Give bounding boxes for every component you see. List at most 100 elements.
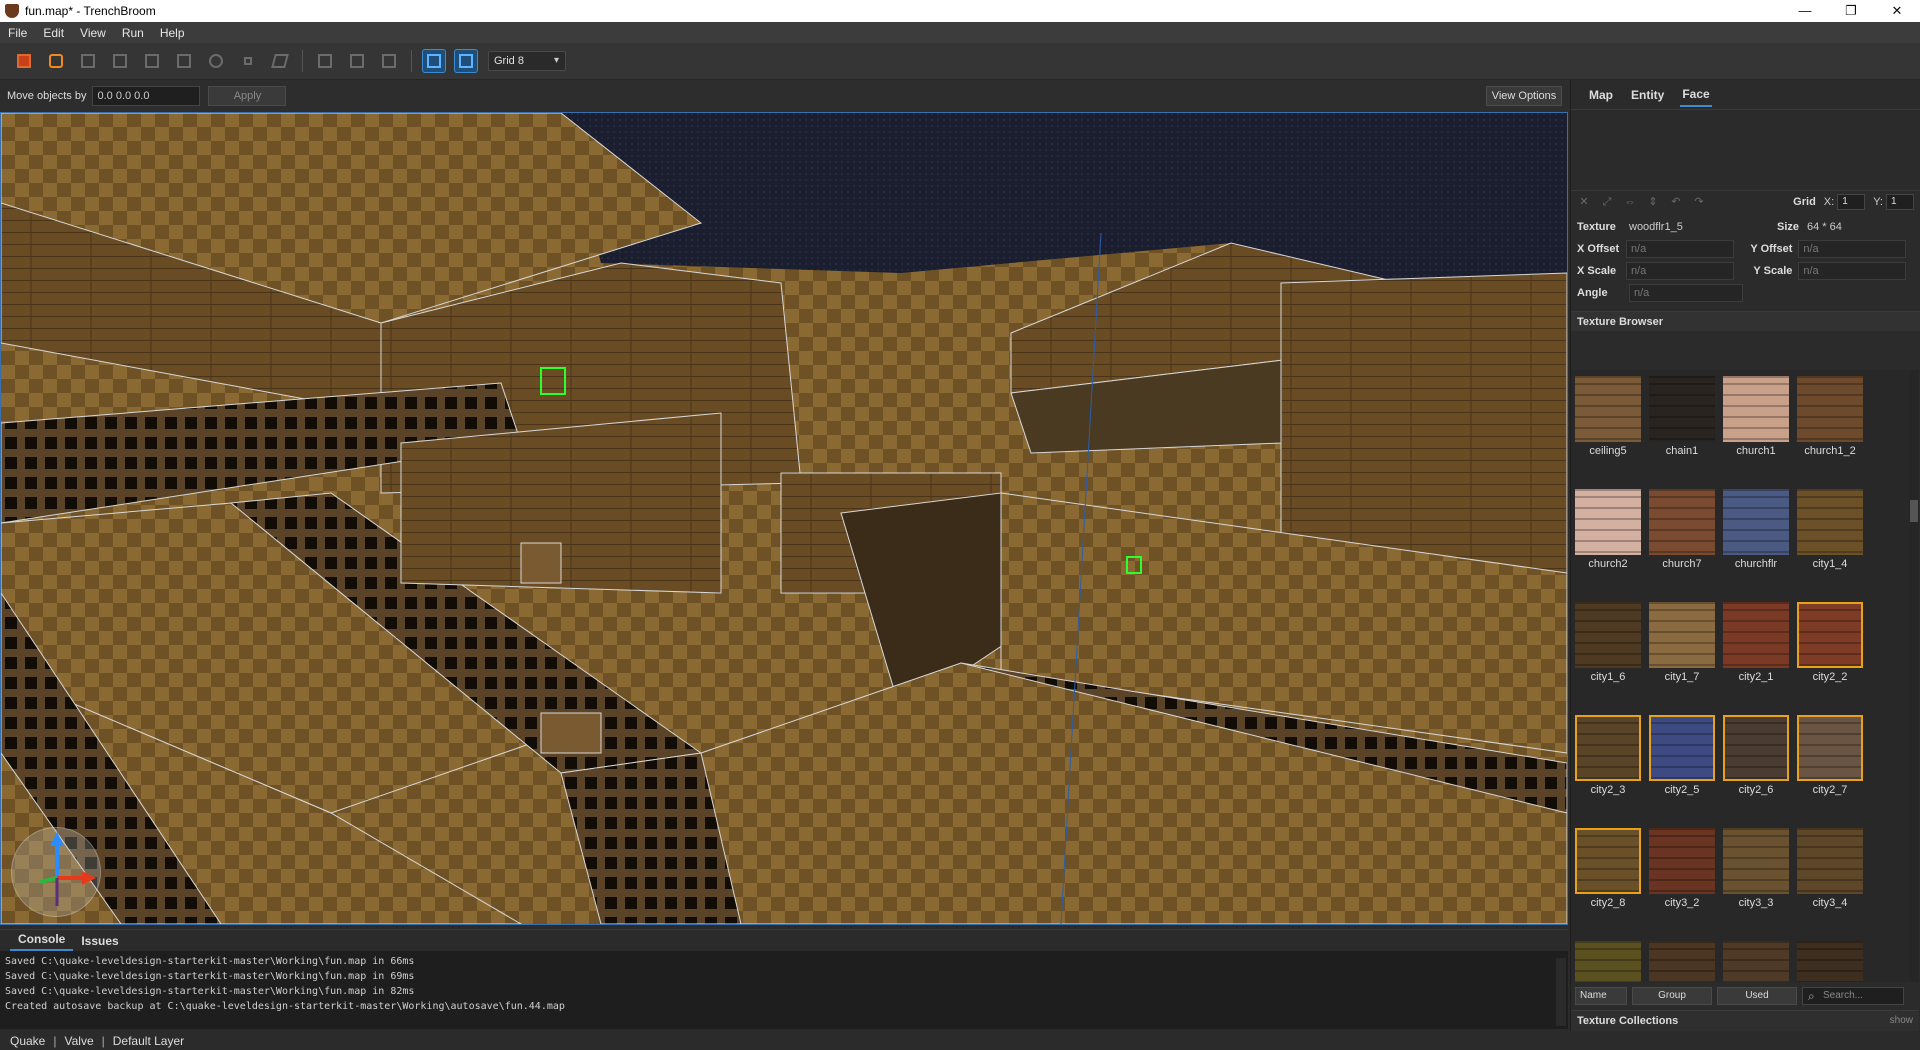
texture-thumbnail — [1723, 489, 1789, 555]
x-scale-label: X Scale — [1577, 265, 1617, 277]
menu-view[interactable]: View — [72, 26, 114, 40]
uv-grid-y-field[interactable]: 1 — [1886, 193, 1914, 210]
group-button[interactable]: Group — [1632, 987, 1712, 1005]
texture-scrollbar[interactable] — [1909, 370, 1919, 982]
flip-vertical-button[interactable] — [378, 50, 400, 72]
menu-edit[interactable]: Edit — [35, 26, 72, 40]
texture-tile[interactable]: church2 — [1575, 489, 1641, 570]
uv-editor[interactable] — [1571, 110, 1920, 190]
texture-tile[interactable]: ceiling5 — [1575, 376, 1641, 457]
texture-tile[interactable]: city2_7 — [1797, 715, 1863, 796]
texture-grid[interactable]: ceiling5 chain1 church1 church1_2 church2 chu… — [1571, 370, 1919, 982]
texture-tile[interactable]: city2_5 — [1649, 715, 1715, 796]
console-scrollbar[interactable] — [1556, 958, 1566, 1026]
texture-tile[interactable]: city2_3 — [1575, 715, 1641, 796]
texture-tile[interactable]: city3_4 — [1797, 828, 1863, 909]
angle-row: Angle n/a — [1577, 282, 1914, 304]
console-output: Saved C:\quake-leveldesign-starterkit-ma… — [0, 951, 1568, 1017]
menu-help[interactable]: Help — [152, 26, 193, 40]
view-options-button[interactable]: View Options — [1486, 86, 1562, 106]
angle-field[interactable]: n/a — [1629, 284, 1743, 302]
menu-file[interactable]: File — [0, 26, 35, 40]
grid-size-select[interactable]: Grid 8 — [488, 51, 566, 71]
texture-name: city2_5 — [1664, 784, 1700, 796]
reset-to-world-icon[interactable]: ⤢ — [1600, 196, 1614, 208]
texture-collections-show[interactable]: show — [1890, 1011, 1913, 1031]
reset-icon[interactable]: ✕ — [1577, 196, 1591, 208]
tab-map[interactable]: Map — [1587, 84, 1615, 106]
texture-tile[interactable]: city2_6 — [1723, 715, 1789, 796]
tab-entity[interactable]: Entity — [1629, 84, 1666, 106]
rotate-ccw-icon[interactable]: ↶ — [1669, 196, 1683, 208]
y-scale-field[interactable]: n/a — [1798, 262, 1906, 280]
minimize-button[interactable]: — — [1782, 0, 1828, 22]
texture-tile[interactable]: churchflr — [1723, 489, 1789, 570]
move-objects-input[interactable]: 0.0 0.0 0.0 — [92, 86, 201, 106]
texture-tile[interactable]: city1_7 — [1649, 602, 1715, 683]
move-objects-bar: Move objects by 0.0 0.0 0.0 Apply View O… — [0, 80, 1570, 112]
face-tool-button[interactable] — [173, 50, 195, 72]
texture-tile[interactable]: city4_4 — [1797, 941, 1863, 982]
texture-tile[interactable]: city1_6 — [1575, 602, 1641, 683]
texture-tile[interactable]: chain1 — [1649, 376, 1715, 457]
texture-name: city1_4 — [1812, 558, 1848, 570]
duplicate-icon — [318, 54, 332, 68]
apply-button[interactable]: Apply — [208, 86, 287, 106]
select-tool-button[interactable] — [13, 50, 35, 72]
x-scale-field[interactable]: n/a — [1625, 262, 1734, 280]
clip-tool-button[interactable] — [77, 50, 99, 72]
tab-issues[interactable]: Issues — [73, 934, 126, 951]
sort-select[interactable]: Name — [1575, 987, 1627, 1005]
texture-tile[interactable]: city2_8 — [1575, 828, 1641, 909]
scale-tool-button[interactable] — [237, 50, 259, 72]
duplicate-button[interactable] — [314, 50, 336, 72]
texture-tile[interactable]: church7 — [1649, 489, 1715, 570]
flip-horizontal-icon[interactable]: ⇔ — [1623, 196, 1637, 208]
scrollbar-thumb[interactable] — [1910, 500, 1918, 522]
select-tool-icon — [17, 54, 31, 68]
texture-tile[interactable]: city4_2 — [1649, 941, 1715, 982]
y-offset-field[interactable]: n/a — [1798, 240, 1906, 258]
brush-tool-button[interactable] — [45, 50, 67, 72]
texture-tile[interactable]: city1_4 — [1797, 489, 1863, 570]
rotate-cw-icon[interactable]: ↷ — [1692, 196, 1706, 208]
console-line: Saved C:\quake-leveldesign-starterkit-ma… — [5, 971, 415, 982]
scale-tool-icon — [244, 57, 252, 65]
edge-tool-button[interactable] — [141, 50, 163, 72]
flip-vertical-icon — [382, 54, 396, 68]
texture-search-input[interactable]: Search... — [1802, 987, 1904, 1005]
texture-tile[interactable]: city3_2 — [1649, 828, 1715, 909]
face-properties: Texture woodflr1_5 Size 64 * 64 X Offset… — [1571, 212, 1920, 304]
texture-thumbnail — [1723, 715, 1789, 781]
texture-row: Texture woodflr1_5 Size 64 * 64 — [1577, 216, 1914, 238]
maximize-button[interactable]: ❐ — [1828, 0, 1874, 22]
texture-tile[interactable]: church1 — [1723, 376, 1789, 457]
texture-name: chain1 — [1665, 445, 1699, 457]
flip-horizontal-button[interactable] — [346, 50, 368, 72]
texture-lock-button[interactable] — [422, 49, 446, 73]
tab-console[interactable]: Console — [10, 932, 74, 951]
uv-lock-button[interactable] — [454, 49, 478, 73]
uv-grid-x-field[interactable]: 1 — [1837, 193, 1866, 210]
rotate-tool-button[interactable] — [205, 50, 227, 72]
texture-tile[interactable]: city3_3 — [1723, 828, 1789, 909]
toolbar: Grid 8 — [0, 43, 1920, 80]
texture-tile[interactable]: city4_1 — [1575, 941, 1641, 982]
tab-face[interactable]: Face — [1680, 83, 1712, 107]
3d-viewport[interactable] — [0, 112, 1568, 925]
texture-tile[interactable]: church1_2 — [1797, 376, 1863, 457]
texture-tile[interactable]: city4_3 — [1723, 941, 1789, 982]
x-offset-field[interactable]: n/a — [1625, 240, 1734, 258]
uv-grid-label: Grid — [1793, 195, 1816, 208]
flip-vertical-icon[interactable]: ⇕ — [1646, 196, 1660, 208]
used-button[interactable]: Used — [1717, 987, 1797, 1005]
console-line: Created autosave backup at C:\quake-leve… — [5, 1001, 565, 1012]
shear-tool-button[interactable] — [269, 50, 291, 72]
close-button[interactable]: ✕ — [1874, 0, 1920, 22]
texture-name: city1_7 — [1664, 671, 1700, 683]
texture-name: ceiling5 — [1589, 445, 1627, 457]
texture-tile[interactable]: city2_2 — [1797, 602, 1863, 683]
texture-tile[interactable]: city2_1 — [1723, 602, 1789, 683]
menu-run[interactable]: Run — [114, 26, 152, 40]
vertex-tool-button[interactable] — [109, 50, 131, 72]
